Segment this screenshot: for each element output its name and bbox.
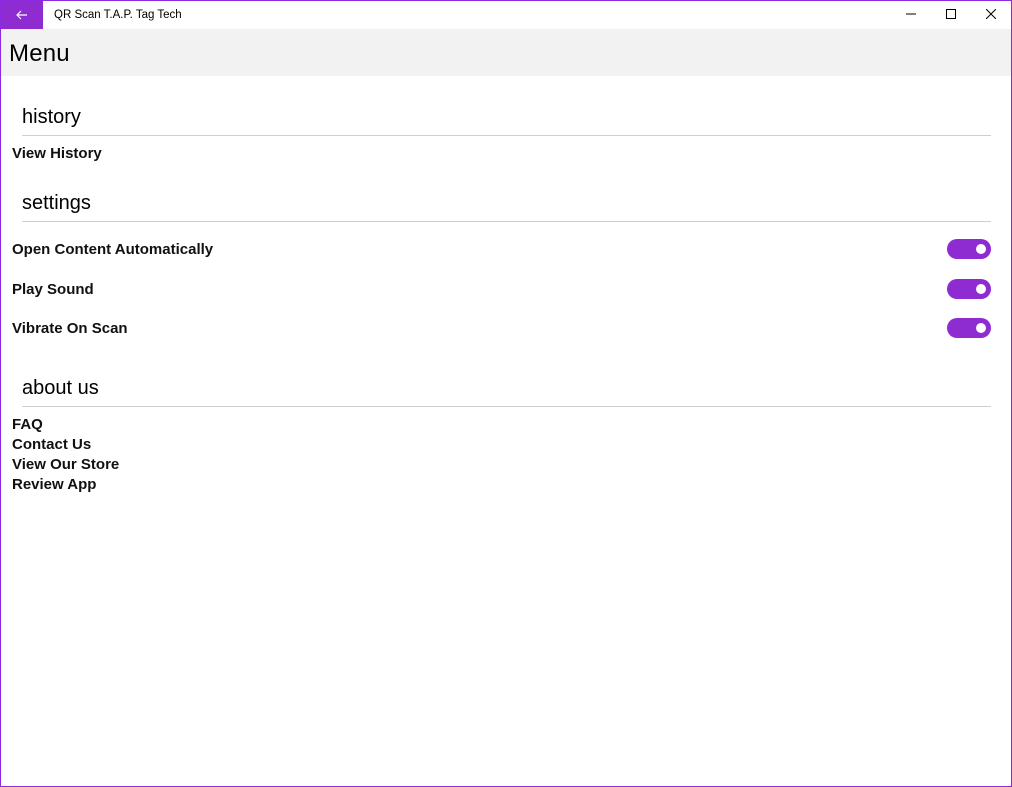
review-app-link[interactable]: Review App xyxy=(12,476,96,493)
minimize-icon xyxy=(906,6,916,24)
section-header-history: history xyxy=(22,106,991,136)
page-title: Menu xyxy=(9,40,70,67)
app-window: QR Scan T.A.P. Tag Tech Menu history Vie… xyxy=(0,0,1012,787)
section-title-history: history xyxy=(22,106,81,128)
setting-label-play-sound: Play Sound xyxy=(12,281,94,298)
setting-label-vibrate: Vibrate On Scan xyxy=(12,320,128,337)
maximize-icon xyxy=(946,6,956,24)
caption-buttons xyxy=(891,1,1011,29)
open-content-toggle[interactable] xyxy=(947,239,991,259)
close-button[interactable] xyxy=(971,1,1011,29)
toggle-knob xyxy=(976,284,986,294)
app-title: QR Scan T.A.P. Tag Tech xyxy=(54,9,182,21)
close-icon xyxy=(985,6,997,24)
section-title-settings: settings xyxy=(22,192,91,214)
back-button[interactable] xyxy=(1,1,43,29)
faq-link[interactable]: FAQ xyxy=(12,416,43,433)
section-header-about: about us xyxy=(22,377,991,407)
view-our-store-link[interactable]: View Our Store xyxy=(12,456,119,473)
section-title-about: about us xyxy=(22,377,99,399)
minimize-button[interactable] xyxy=(891,1,931,29)
page-header: Menu xyxy=(1,29,1011,76)
setting-label-open-content: Open Content Automatically xyxy=(12,241,214,258)
section-header-settings: settings xyxy=(22,192,991,222)
vibrate-toggle[interactable] xyxy=(947,318,991,338)
play-sound-toggle[interactable] xyxy=(947,279,991,299)
view-history-link[interactable]: View History xyxy=(12,145,102,162)
contact-us-link[interactable]: Contact Us xyxy=(12,436,91,453)
title-bar: QR Scan T.A.P. Tag Tech xyxy=(1,1,1011,29)
toggle-knob xyxy=(976,244,986,254)
arrow-left-icon xyxy=(16,10,28,20)
maximize-button[interactable] xyxy=(931,1,971,29)
toggle-knob xyxy=(976,323,986,333)
